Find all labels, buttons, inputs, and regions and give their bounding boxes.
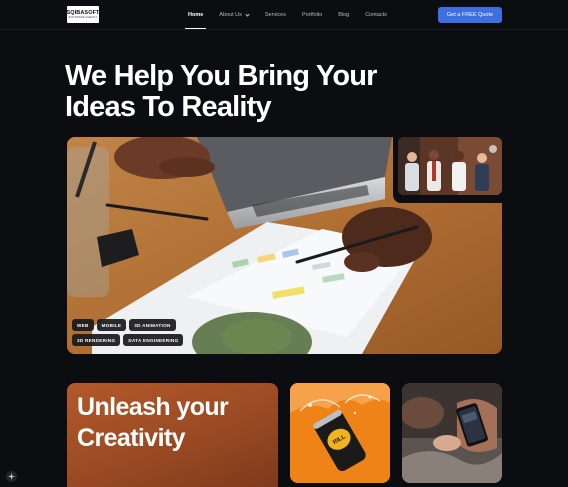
get-quote-button[interactable]: Get a FREE Quote bbox=[438, 7, 502, 23]
chevron-down-icon bbox=[245, 11, 250, 17]
hero-title-line-2: Ideas To Reality bbox=[65, 91, 272, 123]
hero-title: We Help You Bring Your Ideas To Reality bbox=[65, 61, 377, 123]
top-navbar: SQIBASOFT SOFTWARE AGENCY Home About Us … bbox=[0, 0, 568, 30]
nav-item-about-us-label: About Us bbox=[219, 12, 242, 18]
sparkle-icon bbox=[8, 473, 15, 480]
phone-usage-card bbox=[402, 383, 502, 483]
main-menu: Home About Us Services Portfolio Blog Co… bbox=[180, 0, 395, 30]
creativity-card: Unleash your Creativity bbox=[67, 383, 278, 487]
logo-tagline: SOFTWARE AGENCY bbox=[68, 16, 98, 19]
creativity-line-1: Unleash your bbox=[77, 393, 229, 421]
can-splash-illustration: RILL bbox=[290, 383, 390, 483]
product-can-card: RILL bbox=[290, 383, 390, 483]
tag-3d-rendering[interactable]: 3D RENDERING bbox=[72, 334, 121, 346]
hero-title-line-1: We Help You Bring Your bbox=[65, 60, 377, 92]
nav-item-blog[interactable]: Blog bbox=[330, 0, 357, 30]
tag-data-engineering[interactable]: DATA ENGINEERING bbox=[123, 334, 184, 346]
nav-item-contacts[interactable]: Contacts bbox=[357, 0, 395, 30]
team-photo bbox=[398, 137, 502, 195]
service-tags: WEB MOBILE 3D ANIMATION 3D RENDERING DAT… bbox=[72, 319, 212, 346]
phone-illustration bbox=[402, 383, 502, 483]
nav-item-portfolio[interactable]: Portfolio bbox=[294, 0, 330, 30]
tag-3d-animation[interactable]: 3D ANIMATION bbox=[129, 319, 176, 331]
tag-web[interactable]: WEB bbox=[72, 319, 94, 331]
nav-item-services[interactable]: Services bbox=[257, 0, 294, 30]
tag-mobile[interactable]: MOBILE bbox=[96, 319, 127, 331]
sparkle-button[interactable] bbox=[6, 471, 17, 482]
creativity-line-2: Creativity bbox=[77, 424, 186, 452]
team-illustration bbox=[398, 137, 502, 195]
brand-logo[interactable]: SQIBASOFT SOFTWARE AGENCY bbox=[67, 6, 99, 23]
nav-item-home[interactable]: Home bbox=[180, 0, 211, 30]
creativity-heading: Unleash your Creativity bbox=[77, 392, 229, 454]
nav-item-about-us[interactable]: About Us bbox=[211, 0, 257, 30]
